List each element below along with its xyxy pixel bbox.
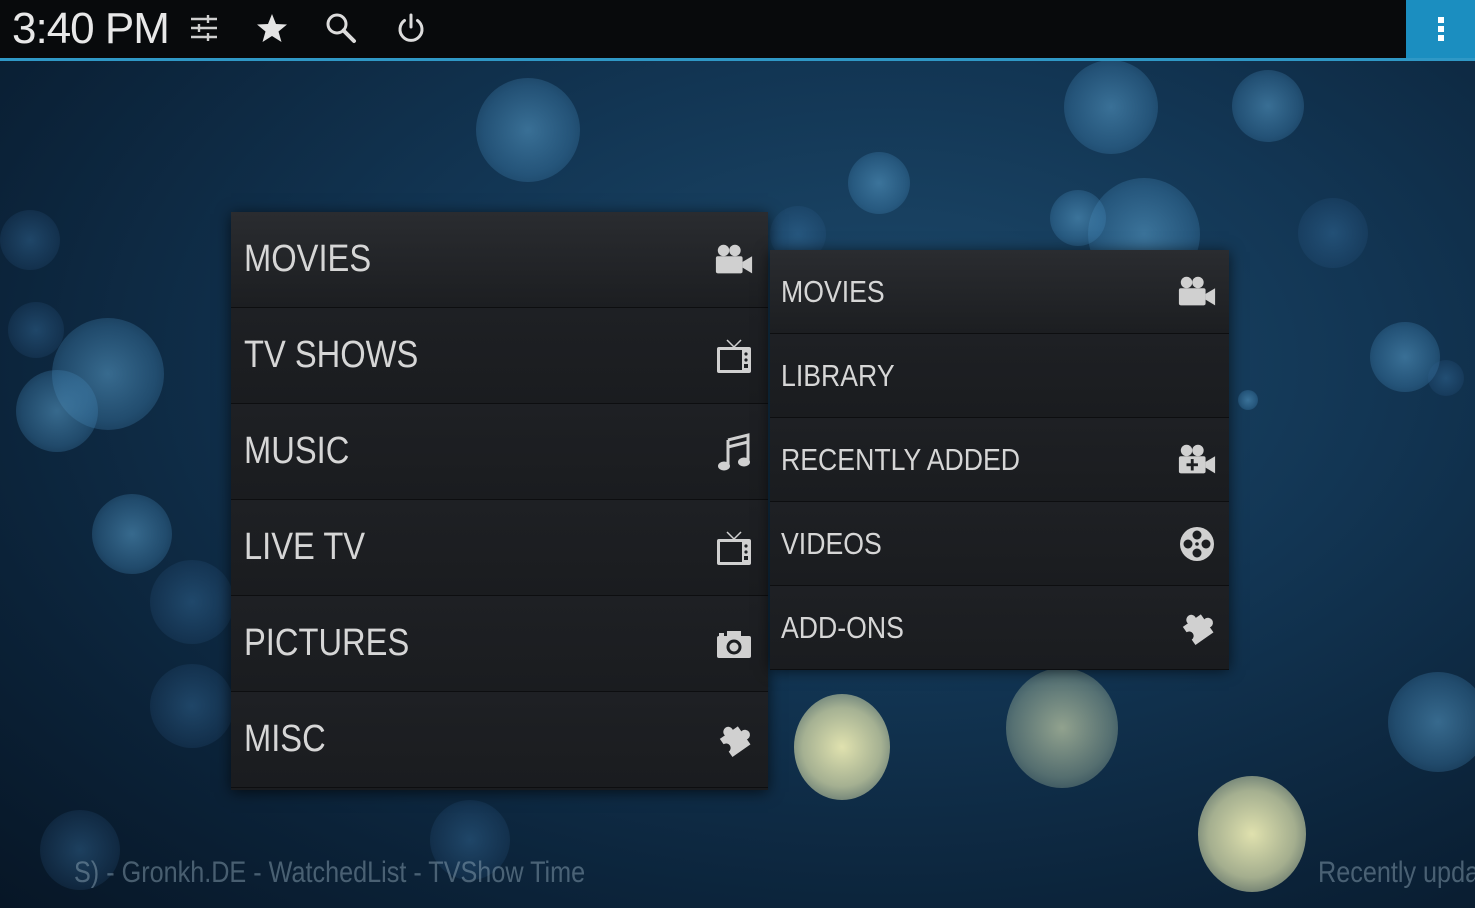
screen: 3:40 PM MOVIES TV SHOWS MUSIC LIVE TV PI… [0, 0, 1475, 908]
main-menu-item-label: PICTURES [244, 622, 410, 664]
main-menu-item-label: MUSIC [244, 430, 350, 472]
main-menu-item-label: TV SHOWS [244, 334, 419, 376]
main-menu-item-label: LIVE TV [244, 526, 366, 568]
submenu-item-label: ADD-ONS [781, 609, 904, 645]
submenu-item-videos[interactable]: VIDEOS [770, 502, 1229, 586]
music-note-icon [714, 432, 754, 472]
favourites-star-icon[interactable] [254, 10, 290, 46]
film-reel-icon [1177, 524, 1217, 564]
main-menu-item-movies[interactable]: MOVIES [231, 212, 768, 308]
main-menu-item-label: MISC [244, 718, 326, 760]
submenu-item-label: MOVIES [781, 273, 885, 309]
main-menu-item-tv-shows[interactable]: TV SHOWS [231, 308, 768, 404]
submenu-item-label: VIDEOS [781, 525, 882, 561]
main-menu-item-music[interactable]: MUSIC [231, 404, 768, 500]
movie-camera-icon [714, 240, 754, 280]
top-bar: 3:40 PM [0, 0, 1475, 61]
submenu-item-add-ons[interactable]: ADD-ONS [770, 586, 1229, 670]
puzzle-icon [714, 720, 754, 760]
main-menu-item-label: MOVIES [244, 238, 372, 280]
submenu: MOVIES LIBRARY RECENTLY ADDED VIDEOS ADD… [770, 250, 1229, 670]
main-menu-item-pictures[interactable]: PICTURES [231, 596, 768, 692]
submenu-item-library[interactable]: LIBRARY [770, 334, 1229, 418]
recently-updated-ticker-text: Recently upda [1318, 856, 1475, 889]
movie-camera-icon [1177, 272, 1217, 312]
settings-sliders-icon[interactable] [186, 10, 222, 46]
bottom-ticker: S) - Gronkh.DE - WatchedList - TVShow Ti… [0, 850, 1475, 908]
movie-camera-plus-icon [1177, 440, 1217, 480]
submenu-item-label: RECENTLY ADDED [781, 441, 1021, 477]
submenu-item-label: LIBRARY [781, 357, 895, 393]
tv-icon [714, 336, 754, 376]
submenu-item-movies[interactable]: MOVIES [770, 250, 1229, 334]
puzzle-icon [1177, 608, 1217, 648]
overflow-menu-icon [1437, 17, 1444, 41]
main-menu-item-live-tv[interactable]: LIVE TV [231, 500, 768, 596]
clock: 3:40 PM [12, 4, 170, 53]
search-icon[interactable] [323, 10, 359, 46]
main-menu-item-misc[interactable]: MISC [231, 692, 768, 788]
ticker-text: S) - Gronkh.DE - WatchedList - TVShow Ti… [74, 856, 586, 889]
power-icon[interactable] [393, 10, 429, 46]
overflow-menu-button[interactable] [1406, 0, 1475, 58]
camera-icon [714, 624, 754, 664]
main-menu: MOVIES TV SHOWS MUSIC LIVE TV PICTURES M… [231, 212, 768, 790]
submenu-item-recently-added[interactable]: RECENTLY ADDED [770, 418, 1229, 502]
tv-icon [714, 528, 754, 568]
